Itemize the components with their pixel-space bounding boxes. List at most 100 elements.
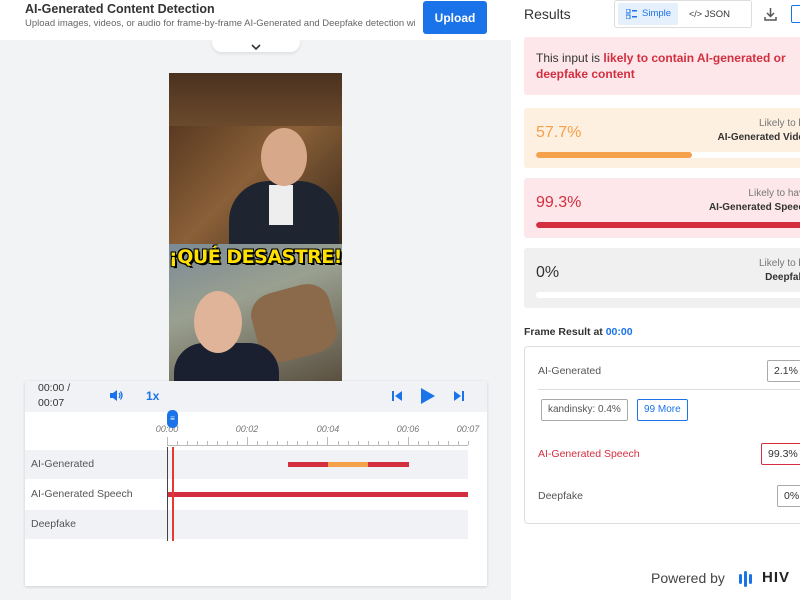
score-percent: 0% <box>536 264 560 281</box>
track-label: Deepfake <box>31 518 76 530</box>
ruler-tick <box>448 441 449 445</box>
track-deepfake: Deepfake <box>25 510 468 539</box>
ruler-tick <box>237 441 238 445</box>
result-alert: This input is likely to contain AI-gener… <box>524 37 800 95</box>
frame-deepfake-value: 0% <box>777 485 800 507</box>
code-icon: </> <box>689 9 703 19</box>
detection-segment[interactable] <box>167 492 468 497</box>
ruler-tick <box>167 437 168 445</box>
ruler-tick <box>197 441 198 445</box>
detection-segment[interactable] <box>328 462 368 467</box>
collapse-header-toggle[interactable] <box>212 38 300 52</box>
frame-speech-value: 99.3% <box>761 443 800 465</box>
results-panel: Results Simple </> JSON This input is li… <box>511 0 800 600</box>
ruler-tick <box>388 441 389 445</box>
score-bar <box>536 222 800 228</box>
results-title: Results <box>524 6 571 22</box>
ruler-tick <box>227 441 228 445</box>
frame-deepfake-label: Deepfake <box>538 490 583 502</box>
ruler-tick <box>338 441 339 445</box>
ruler-tick <box>247 437 248 445</box>
timeline-card: 00:00 / 00:07 1x 00:00 00:02 00:04 00:06 <box>25 381 487 586</box>
frame-ai-generated-label: AI-Generated <box>538 365 602 377</box>
total-time: 00:07 <box>38 397 65 409</box>
ruler-tick <box>187 441 188 445</box>
tick-label: 00:06 <box>396 424 420 434</box>
track-ai-generated: AI-Generated <box>25 450 468 479</box>
playhead-line <box>172 447 174 541</box>
frame-result-heading: Frame Result at 00:00 <box>524 326 633 338</box>
ruler-tick <box>468 441 469 445</box>
ruler-tick <box>267 441 268 445</box>
track-label: AI-Generated Speech <box>31 488 133 500</box>
skip-forward-icon[interactable] <box>453 390 465 402</box>
ruler-tick <box>297 441 298 445</box>
ruler-tick <box>428 441 429 445</box>
ruler-tick <box>327 437 328 445</box>
brand-name: HIV <box>762 569 791 586</box>
score-percent: 99.3% <box>536 194 582 211</box>
score-percent: 57.7% <box>536 124 582 141</box>
ruler-tick <box>368 441 369 445</box>
play-icon[interactable] <box>420 387 436 405</box>
simple-view-button[interactable]: Simple <box>618 3 678 25</box>
ruler-tick <box>287 441 288 445</box>
ruler-tick <box>458 441 459 445</box>
hive-logo-icon <box>739 571 752 587</box>
expand-icon[interactable] <box>791 5 800 23</box>
track-ai-speech: AI-Generated Speech <box>25 480 468 509</box>
score-bar <box>536 152 800 158</box>
ruler-tick <box>257 441 258 445</box>
frame-speech-label: AI-Generated Speech <box>538 448 640 460</box>
player-controls: 00:00 / 00:07 1x <box>25 381 487 412</box>
powered-by-label: Powered by <box>651 570 725 586</box>
ruler-tick <box>358 441 359 445</box>
frame-ai-generated-value: 2.1% <box>767 360 800 382</box>
skip-back-icon[interactable] <box>391 390 403 402</box>
page-title: AI-Generated Content Detection <box>25 2 215 16</box>
page-subtitle: Upload images, videos, or audio for fram… <box>25 18 415 29</box>
detection-panel: AI-Generated Content Detection Upload im… <box>0 0 511 600</box>
score-card-ai-video: 57.7% Likely to b AI-Generated Vide <box>524 108 800 168</box>
ruler-tick <box>207 441 208 445</box>
download-icon[interactable] <box>764 7 777 21</box>
detection-segment[interactable] <box>288 462 328 467</box>
track-label: AI-Generated <box>31 458 95 470</box>
ruler-tick <box>438 441 439 445</box>
score-category: AI-Generated Vide <box>717 132 800 143</box>
detection-segment[interactable] <box>368 462 409 467</box>
tick-label: 00:07 <box>456 424 480 434</box>
header: AI-Generated Content Detection Upload im… <box>0 0 511 40</box>
model-chip[interactable]: kandinsky: 0.4% <box>541 399 628 421</box>
playback-speed-button[interactable]: 1x <box>146 389 159 403</box>
score-category: AI-Generated Speec <box>708 202 800 213</box>
video-preview[interactable]: ¡QUÉ DESASTRE! <box>169 73 342 381</box>
tick-label: 00:02 <box>235 424 259 434</box>
score-card-ai-speech: 99.3% Likely to hav AI-Generated Speec <box>524 178 800 238</box>
json-view-button[interactable]: </> JSON <box>689 3 749 25</box>
ruler-tick <box>177 441 178 445</box>
playhead-handle[interactable]: ≡ <box>167 410 178 428</box>
volume-icon[interactable] <box>109 389 124 402</box>
score-bar <box>536 292 800 298</box>
current-time: 00:00 / <box>38 382 71 394</box>
timeline-ruler[interactable]: 00:00 00:02 00:04 00:06 00:07 <box>156 413 479 450</box>
ruler-tick <box>418 441 419 445</box>
ruler-tick <box>277 441 278 445</box>
ruler-tick <box>307 441 308 445</box>
view-toggle: Simple </> JSON <box>614 0 752 28</box>
chevron-down-icon <box>251 44 261 51</box>
more-models-button[interactable]: 99 More <box>637 399 688 421</box>
ruler-tick <box>378 441 379 445</box>
list-icon <box>626 9 637 19</box>
frame-result-box: AI-Generated 2.1% kandinsky: 0.4% 99 Mor… <box>524 346 800 524</box>
ruler-tick <box>217 441 218 445</box>
score-category: Deepfak <box>765 272 800 283</box>
ruler-tick <box>317 441 318 445</box>
score-bar-fill <box>536 152 692 158</box>
upload-button[interactable]: Upload <box>423 1 487 34</box>
ruler-tick <box>408 437 409 445</box>
ruler-tick <box>398 441 399 445</box>
frame-result-time: 00:00 <box>605 326 633 338</box>
score-bar-fill <box>536 222 800 228</box>
